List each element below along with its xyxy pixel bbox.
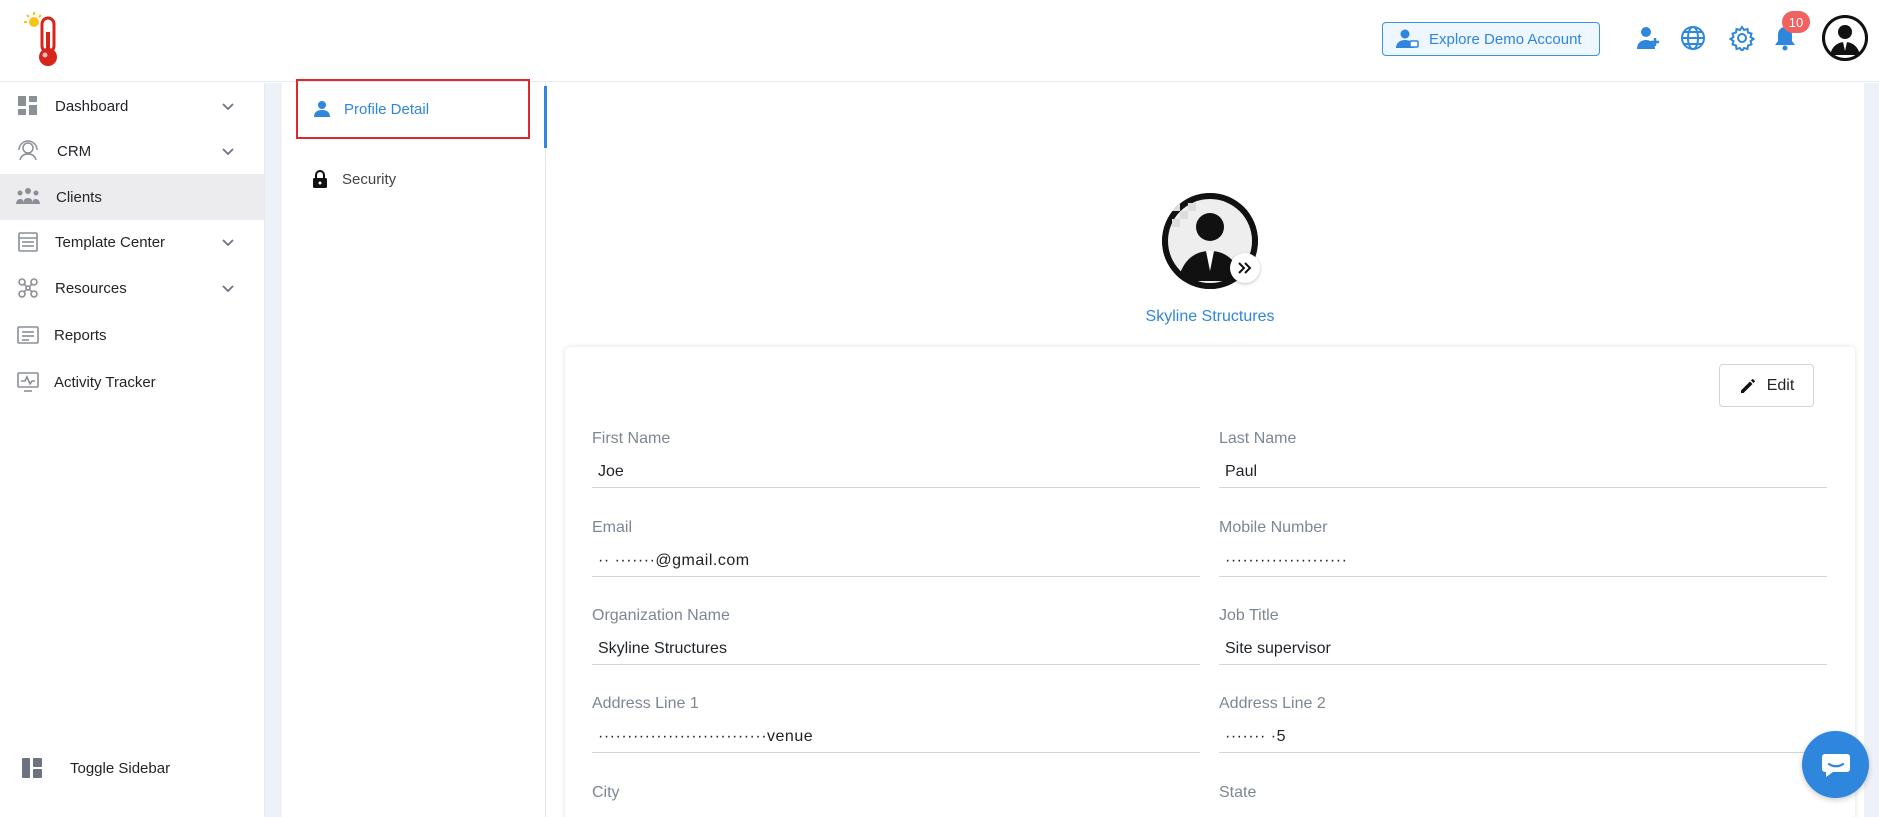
address-line-1-field[interactable]: Address Line 1 ·························…: [592, 695, 1200, 753]
sidebar-item-label: Resources: [55, 279, 127, 297]
toggle-sidebar-button[interactable]: Toggle Sidebar: [0, 748, 264, 788]
add-user-icon[interactable]: [1634, 24, 1662, 52]
avatar-expand-button[interactable]: [1230, 253, 1260, 283]
notification-badge: 10: [1782, 11, 1810, 33]
last-name-field[interactable]: Last Name Paul: [1219, 430, 1827, 488]
field-label: First Name: [592, 430, 671, 447]
email-field[interactable]: Email ·· ·······@gmail.com: [592, 519, 1200, 577]
main-sidebar: Dashboard CRM Clients Template Center Re…: [0, 83, 265, 817]
organization-name-value[interactable]: Skyline Structures: [592, 637, 1200, 665]
chat-bubble-icon: [1821, 753, 1850, 777]
field-label: Job Title: [1219, 607, 1279, 624]
globe-icon[interactable]: [1679, 24, 1707, 52]
tab-label: Security: [342, 170, 397, 188]
user-avatar[interactable]: [1822, 15, 1868, 61]
sidebar-item-label: Reports: [54, 326, 107, 344]
field-label: Organization Name: [592, 607, 730, 624]
mobile-number-field[interactable]: Mobile Number ·····················: [1219, 519, 1827, 577]
email-value[interactable]: ·· ·······@gmail.com: [592, 549, 1200, 577]
crm-icon: [16, 139, 40, 163]
field-label: Last Name: [1219, 430, 1297, 447]
chevron-down-icon[interactable]: [218, 96, 238, 116]
sidebar-item-label: Clients: [56, 188, 102, 206]
thermometer-logo-icon[interactable]: [18, 8, 82, 72]
double-chevron-right-icon: [1238, 262, 1252, 274]
field-label: City: [592, 784, 620, 801]
top-header: Explore Demo Account 10: [0, 0, 1879, 82]
address-line-2-field[interactable]: Address Line 2 ······· ·5: [1219, 695, 1827, 753]
tab-profile-detail[interactable]: Profile Detail: [296, 79, 530, 139]
tab-label: Profile Detail: [344, 100, 430, 118]
chevron-down-icon[interactable]: [218, 141, 238, 161]
chevron-down-icon[interactable]: [218, 278, 238, 298]
field-label: Mobile Number: [1219, 519, 1328, 536]
address-line-1-value[interactable]: ·····························venue: [592, 725, 1200, 753]
organization-name-field[interactable]: Organization Name Skyline Structures: [592, 607, 1200, 665]
gear-icon[interactable]: [1728, 24, 1756, 52]
toggle-sidebar-label: Toggle Sidebar: [70, 759, 171, 777]
chat-widget-button[interactable]: [1802, 731, 1869, 798]
sidebar-item-label: Activity Tracker: [54, 373, 156, 391]
sidebar-item-activity-tracker[interactable]: Activity Tracker: [0, 359, 264, 405]
sidebar-item-label: Template Center: [55, 233, 166, 251]
person-icon: [312, 99, 332, 119]
sidebar-item-reports[interactable]: Reports: [0, 312, 264, 358]
state-field[interactable]: State: [1219, 784, 1827, 817]
template-icon: [16, 230, 40, 254]
edit-label: Edit: [1766, 376, 1795, 394]
user-demo-icon: [1396, 29, 1419, 48]
profile-company-name: Skyline Structures: [1145, 308, 1275, 325]
resources-icon: [16, 276, 40, 300]
field-label: Address Line 1: [592, 695, 699, 712]
field-label: State: [1219, 784, 1257, 801]
job-title-field[interactable]: Job Title Site supervisor: [1219, 607, 1827, 665]
sidebar-layout-icon: [20, 756, 44, 780]
lock-icon: [310, 169, 330, 189]
tab-security[interactable]: Security: [296, 154, 530, 204]
sidebar-item-dashboard[interactable]: Dashboard: [0, 83, 264, 129]
activity-monitor-icon: [16, 370, 40, 394]
chevron-down-icon[interactable]: [218, 232, 238, 252]
pencil-icon: [1740, 378, 1755, 393]
explore-demo-label: Explore Demo Account: [1429, 30, 1582, 48]
dashboard-icon: [16, 94, 40, 118]
explore-demo-account-button[interactable]: Explore Demo Account: [1382, 22, 1600, 56]
first-name-value[interactable]: Joe: [592, 460, 1200, 488]
sidebar-item-crm[interactable]: CRM: [0, 128, 264, 174]
right-gutter: [1864, 83, 1879, 817]
profile-tabs-panel: Profile Detail Security: [282, 79, 546, 817]
sidebar-item-label: CRM: [57, 142, 92, 160]
field-label: Address Line 2: [1219, 695, 1326, 712]
job-title-value[interactable]: Site supervisor: [1219, 637, 1827, 665]
sidebar-gutter: [265, 83, 282, 817]
reports-icon: [16, 323, 40, 347]
address-line-2-value[interactable]: ······· ·5: [1219, 725, 1827, 753]
sidebar-item-clients[interactable]: Clients: [0, 174, 264, 220]
last-name-value[interactable]: Paul: [1219, 460, 1827, 488]
edit-button[interactable]: Edit: [1719, 364, 1814, 407]
first-name-field[interactable]: First Name Joe: [592, 430, 1200, 488]
field-label: Email: [592, 519, 633, 536]
clients-group-icon: [16, 185, 40, 209]
sidebar-item-template-center[interactable]: Template Center: [0, 219, 264, 265]
mobile-number-value[interactable]: ·····················: [1219, 549, 1827, 577]
city-field[interactable]: City: [592, 784, 1200, 817]
sidebar-item-label: Dashboard: [55, 97, 129, 115]
sidebar-item-resources[interactable]: Resources: [0, 265, 264, 311]
